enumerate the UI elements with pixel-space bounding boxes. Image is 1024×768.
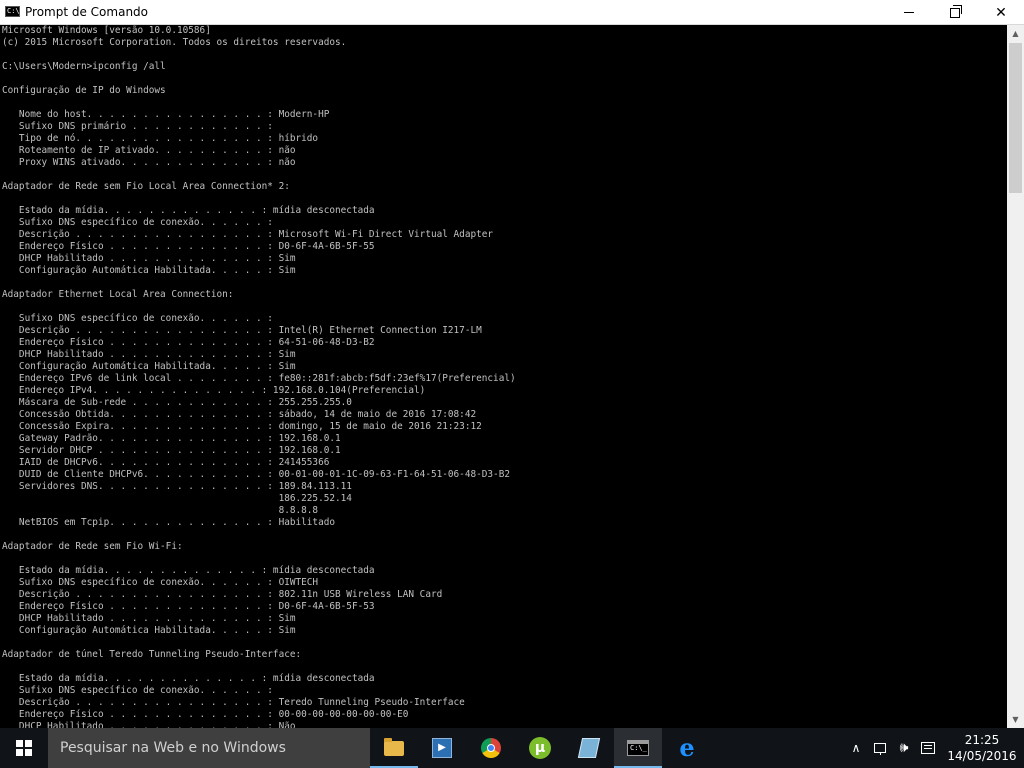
clock-time: 21:25 [964,733,1000,747]
console-output[interactable]: Microsoft Windows [versão 10.0.10586] (c… [2,25,516,728]
minimize-icon [904,12,914,13]
maximize-button[interactable] [932,0,978,25]
up-arrow-icon: ▲ [1012,29,1019,38]
taskbar-sticky-notes[interactable] [565,728,613,768]
edge-icon: e [679,733,695,762]
clock[interactable]: 21:25 14/05/2016 [944,732,1020,764]
taskbar: Pesquisar na Web e no Windows ▶ µ C:\_ e… [0,728,1024,768]
taskbar-chrome[interactable] [467,728,515,768]
scroll-down-button[interactable]: ▼ [1007,711,1024,728]
notification-icon [921,742,935,754]
command-prompt-glyph: C:\_ [630,744,647,752]
network-icon [874,743,886,755]
minimize-button[interactable] [886,0,932,25]
taskbar-utorrent[interactable]: µ [516,728,564,768]
volume-icon: 🕪 [899,740,909,756]
utorrent-icon: µ [529,737,551,759]
taskbar-command-prompt[interactable]: C:\_ [614,728,662,768]
command-prompt-icon: C:\_ [627,740,649,756]
show-hidden-icons-button[interactable]: ∧ [846,728,866,768]
command-prompt-app-icon[interactable]: C:\ [5,6,20,17]
clock-date: 14/05/2016 [947,749,1017,763]
network-button[interactable] [868,728,892,768]
taskbar-file-explorer[interactable] [370,728,418,768]
taskbar-media-player[interactable]: ▶ [418,728,466,768]
taskbar-edge[interactable]: e [663,728,711,768]
volume-button[interactable]: 🕪 [893,728,915,768]
search-placeholder: Pesquisar na Web e no Windows [60,740,286,756]
close-button[interactable]: ✕ [978,0,1024,25]
console-area[interactable]: Microsoft Windows [versão 10.0.10586] (c… [0,25,1007,728]
start-button[interactable] [0,728,48,768]
media-player-icon: ▶ [432,738,452,758]
windows-logo-icon [16,740,32,756]
vertical-scrollbar[interactable]: ▲ ▼ [1007,25,1024,728]
action-center-button[interactable] [916,728,940,768]
chevron-up-icon: ∧ [851,741,861,755]
search-box[interactable]: Pesquisar na Web e no Windows [48,728,370,768]
down-arrow-icon: ▼ [1012,715,1019,724]
scroll-up-button[interactable]: ▲ [1007,25,1024,42]
scroll-thumb[interactable] [1009,43,1022,193]
sticky-notes-icon [577,738,601,758]
file-explorer-icon [384,737,404,756]
media-player-glyph: ▶ [438,742,446,753]
close-icon: ✕ [995,4,1007,21]
window-title: Prompt de Comando [25,5,149,19]
app-icon-glyph: C:\ [7,7,20,15]
chrome-icon [481,738,501,758]
restore-icon [950,4,962,18]
title-bar[interactable]: C:\ Prompt de Comando ✕ [0,0,1024,25]
